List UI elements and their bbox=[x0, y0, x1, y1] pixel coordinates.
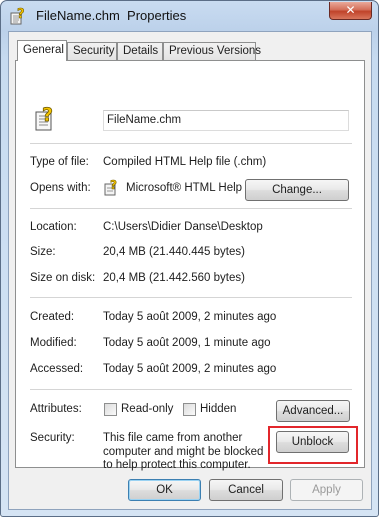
tab-security[interactable]: Security bbox=[67, 42, 117, 60]
tab-general-label: General bbox=[23, 44, 64, 56]
separator bbox=[30, 297, 352, 298]
separator bbox=[30, 143, 352, 144]
accessed-value: Today 5 août 2009, 2 minutes ago bbox=[103, 363, 277, 375]
accessed-label: Accessed: bbox=[30, 363, 84, 375]
modified-value: Today 5 août 2009, 1 minute ago bbox=[103, 337, 271, 349]
location-value: C:\Users\Didier Danse\Desktop bbox=[103, 221, 263, 233]
tab-general[interactable]: General bbox=[17, 40, 67, 61]
modified-label: Modified: bbox=[30, 337, 77, 349]
security-warning-text: This file came from another computer and… bbox=[103, 432, 264, 471]
read-only-checkbox[interactable] bbox=[104, 403, 117, 416]
security-label: Security: bbox=[30, 432, 75, 444]
size-on-disk-label: Size on disk: bbox=[30, 272, 96, 284]
opens-with-label: Opens with: bbox=[30, 182, 91, 194]
tab-details[interactable]: Details bbox=[117, 42, 163, 60]
file-type-icon: ? bbox=[33, 104, 59, 135]
type-of-file-value: Compiled HTML Help file (.chm) bbox=[103, 156, 267, 168]
hidden-checkbox[interactable] bbox=[183, 403, 196, 416]
unblock-button[interactable]: Unblock bbox=[276, 431, 349, 453]
opens-with-value: Microsoft® HTML Help bbox=[126, 182, 243, 194]
tab-security-label: Security bbox=[73, 45, 115, 57]
ok-button[interactable]: OK bbox=[128, 479, 201, 501]
created-label: Created: bbox=[30, 311, 75, 323]
dialog-client-area: General Security Details Previous Versio… bbox=[8, 31, 372, 510]
hidden-label[interactable]: Hidden bbox=[200, 403, 236, 415]
title-bar[interactable]: ? FileName.chm Properties ✕ bbox=[1, 1, 378, 31]
close-button[interactable]: ✕ bbox=[329, 2, 372, 20]
window-title-file: FileName.chm bbox=[36, 8, 120, 23]
tab-previous-versions[interactable]: Previous Versions bbox=[163, 42, 261, 60]
cancel-button[interactable]: Cancel bbox=[209, 479, 283, 501]
help-file-icon: ? bbox=[9, 7, 27, 25]
properties-window: ? FileName.chm Properties ✕ General Secu… bbox=[0, 0, 379, 517]
read-only-label[interactable]: Read-only bbox=[121, 403, 173, 415]
attributes-label: Attributes: bbox=[30, 403, 82, 415]
file-name-field[interactable]: FileName.chm bbox=[103, 110, 349, 131]
type-of-file-label: Type of file: bbox=[30, 156, 89, 168]
svg-text:?: ? bbox=[110, 178, 117, 192]
created-value: Today 5 août 2009, 2 minutes ago bbox=[103, 311, 277, 323]
tab-previous-versions-label: Previous Versions bbox=[169, 45, 262, 57]
window-title-suffix: Properties bbox=[127, 8, 187, 23]
html-help-app-icon: ? bbox=[103, 178, 121, 199]
size-label: Size: bbox=[30, 246, 56, 258]
general-tab-panel: ? FileName.chm Type of file: Compiled HT… bbox=[15, 60, 365, 471]
svg-text:?: ? bbox=[42, 104, 53, 126]
change-button[interactable]: Change... bbox=[245, 179, 349, 201]
separator bbox=[30, 208, 352, 209]
tab-details-label: Details bbox=[123, 45, 159, 57]
advanced-button[interactable]: Advanced... bbox=[276, 400, 350, 422]
window-title: FileName.chm Properties bbox=[36, 8, 186, 23]
size-value: 20,4 MB (21.440.445 bytes) bbox=[103, 246, 245, 258]
apply-button[interactable]: Apply bbox=[290, 479, 363, 501]
location-label: Location: bbox=[30, 221, 77, 233]
separator bbox=[30, 389, 352, 390]
size-on-disk-value: 20,4 MB (21.442.560 bytes) bbox=[103, 272, 245, 284]
close-icon: ✕ bbox=[345, 3, 356, 17]
svg-text:?: ? bbox=[17, 7, 25, 22]
